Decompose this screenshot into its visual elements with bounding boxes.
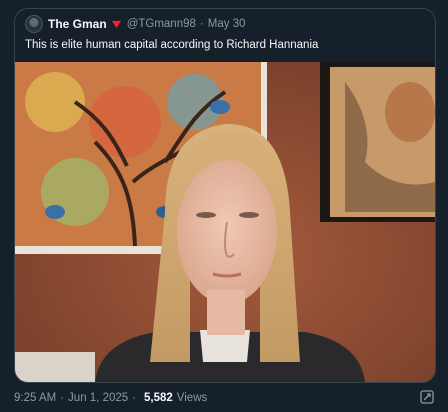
post-date[interactable]: May 30 bbox=[208, 18, 246, 30]
author-avatar[interactable] bbox=[25, 15, 43, 33]
heart-badge-icon bbox=[111, 20, 121, 28]
separator-dot: · bbox=[60, 392, 65, 404]
separator-dot: · bbox=[132, 392, 136, 404]
quoted-post-header: The Gman @TGmann98 · May 30 bbox=[25, 15, 245, 33]
quoted-post-text: This is elite human capital according to… bbox=[25, 39, 319, 51]
post-metadata: 9:25 AM · Jun 1, 2025 · 5,582 Views bbox=[14, 390, 434, 406]
views-count: 5,582 bbox=[144, 392, 173, 404]
grok-icon[interactable] bbox=[420, 390, 434, 404]
video-frame-image bbox=[15, 62, 435, 382]
views-label: Views bbox=[176, 392, 208, 404]
separator-dot: · bbox=[199, 18, 204, 30]
quoted-post-card[interactable]: The Gman @TGmann98 · May 30 This is elit… bbox=[14, 8, 436, 383]
author-name[interactable]: The Gman bbox=[48, 17, 107, 31]
author-handle[interactable]: @TGmann98 bbox=[127, 18, 196, 30]
video-thumbnail[interactable] bbox=[15, 62, 435, 382]
post-time[interactable]: 9:25 AM bbox=[14, 392, 56, 404]
post-full-date[interactable]: Jun 1, 2025 bbox=[68, 392, 128, 404]
